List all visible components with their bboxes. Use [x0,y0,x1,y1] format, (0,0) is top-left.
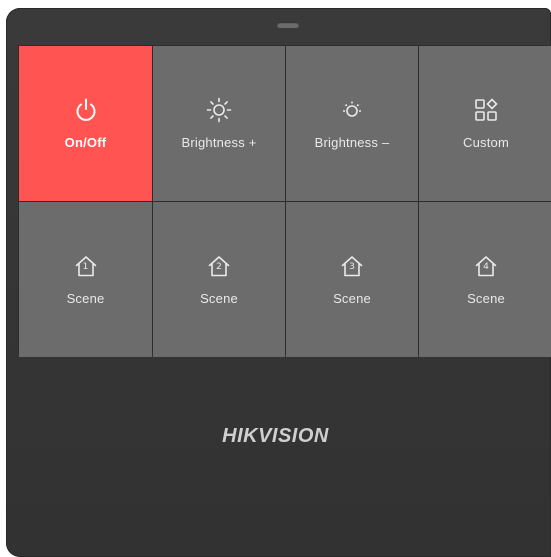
on-off-label: On/Off [64,135,107,150]
brightness-up-icon [206,97,232,123]
home-scene-icon: 3 [339,253,365,279]
scene-label: Scene [200,291,238,306]
scene-number: 3 [349,262,355,272]
scene-label: Scene [467,291,505,306]
brightness-up-label: Brightness + [181,135,257,150]
brightness-down-icon [343,101,361,117]
power-icon [76,98,95,121]
brightness-up-button[interactable]: Brightness + [153,46,285,201]
home-scene-icon: 1 [73,253,99,279]
home-scene-icon: 4 [473,253,499,279]
brand-logo: HIKVISION [222,425,329,447]
on-off-button[interactable]: On/Off [19,46,152,201]
scene-number: 4 [483,262,489,272]
brightness-down-button[interactable]: Brightness – [286,46,418,201]
custom-button[interactable]: Custom [419,46,551,201]
sensor-indicator [277,22,299,28]
scene-4-button[interactable]: 4 Scene [419,202,551,357]
scene-label: Scene [333,291,371,306]
custom-icon [475,98,498,121]
scene-2-button[interactable]: 2 Scene [153,202,285,357]
scene-number: 1 [82,262,89,272]
key-grid: On/Off Brightness + Brightness – Custom … [18,45,551,357]
scene-1-button[interactable]: 1 Scene [19,202,152,357]
scene-label: Scene [66,291,105,306]
custom-label: Custom [463,135,509,150]
scene-number: 2 [216,262,222,272]
scene-3-button[interactable]: 3 Scene [286,202,418,357]
brightness-down-label: Brightness – [314,135,390,150]
home-scene-icon: 2 [206,253,232,279]
